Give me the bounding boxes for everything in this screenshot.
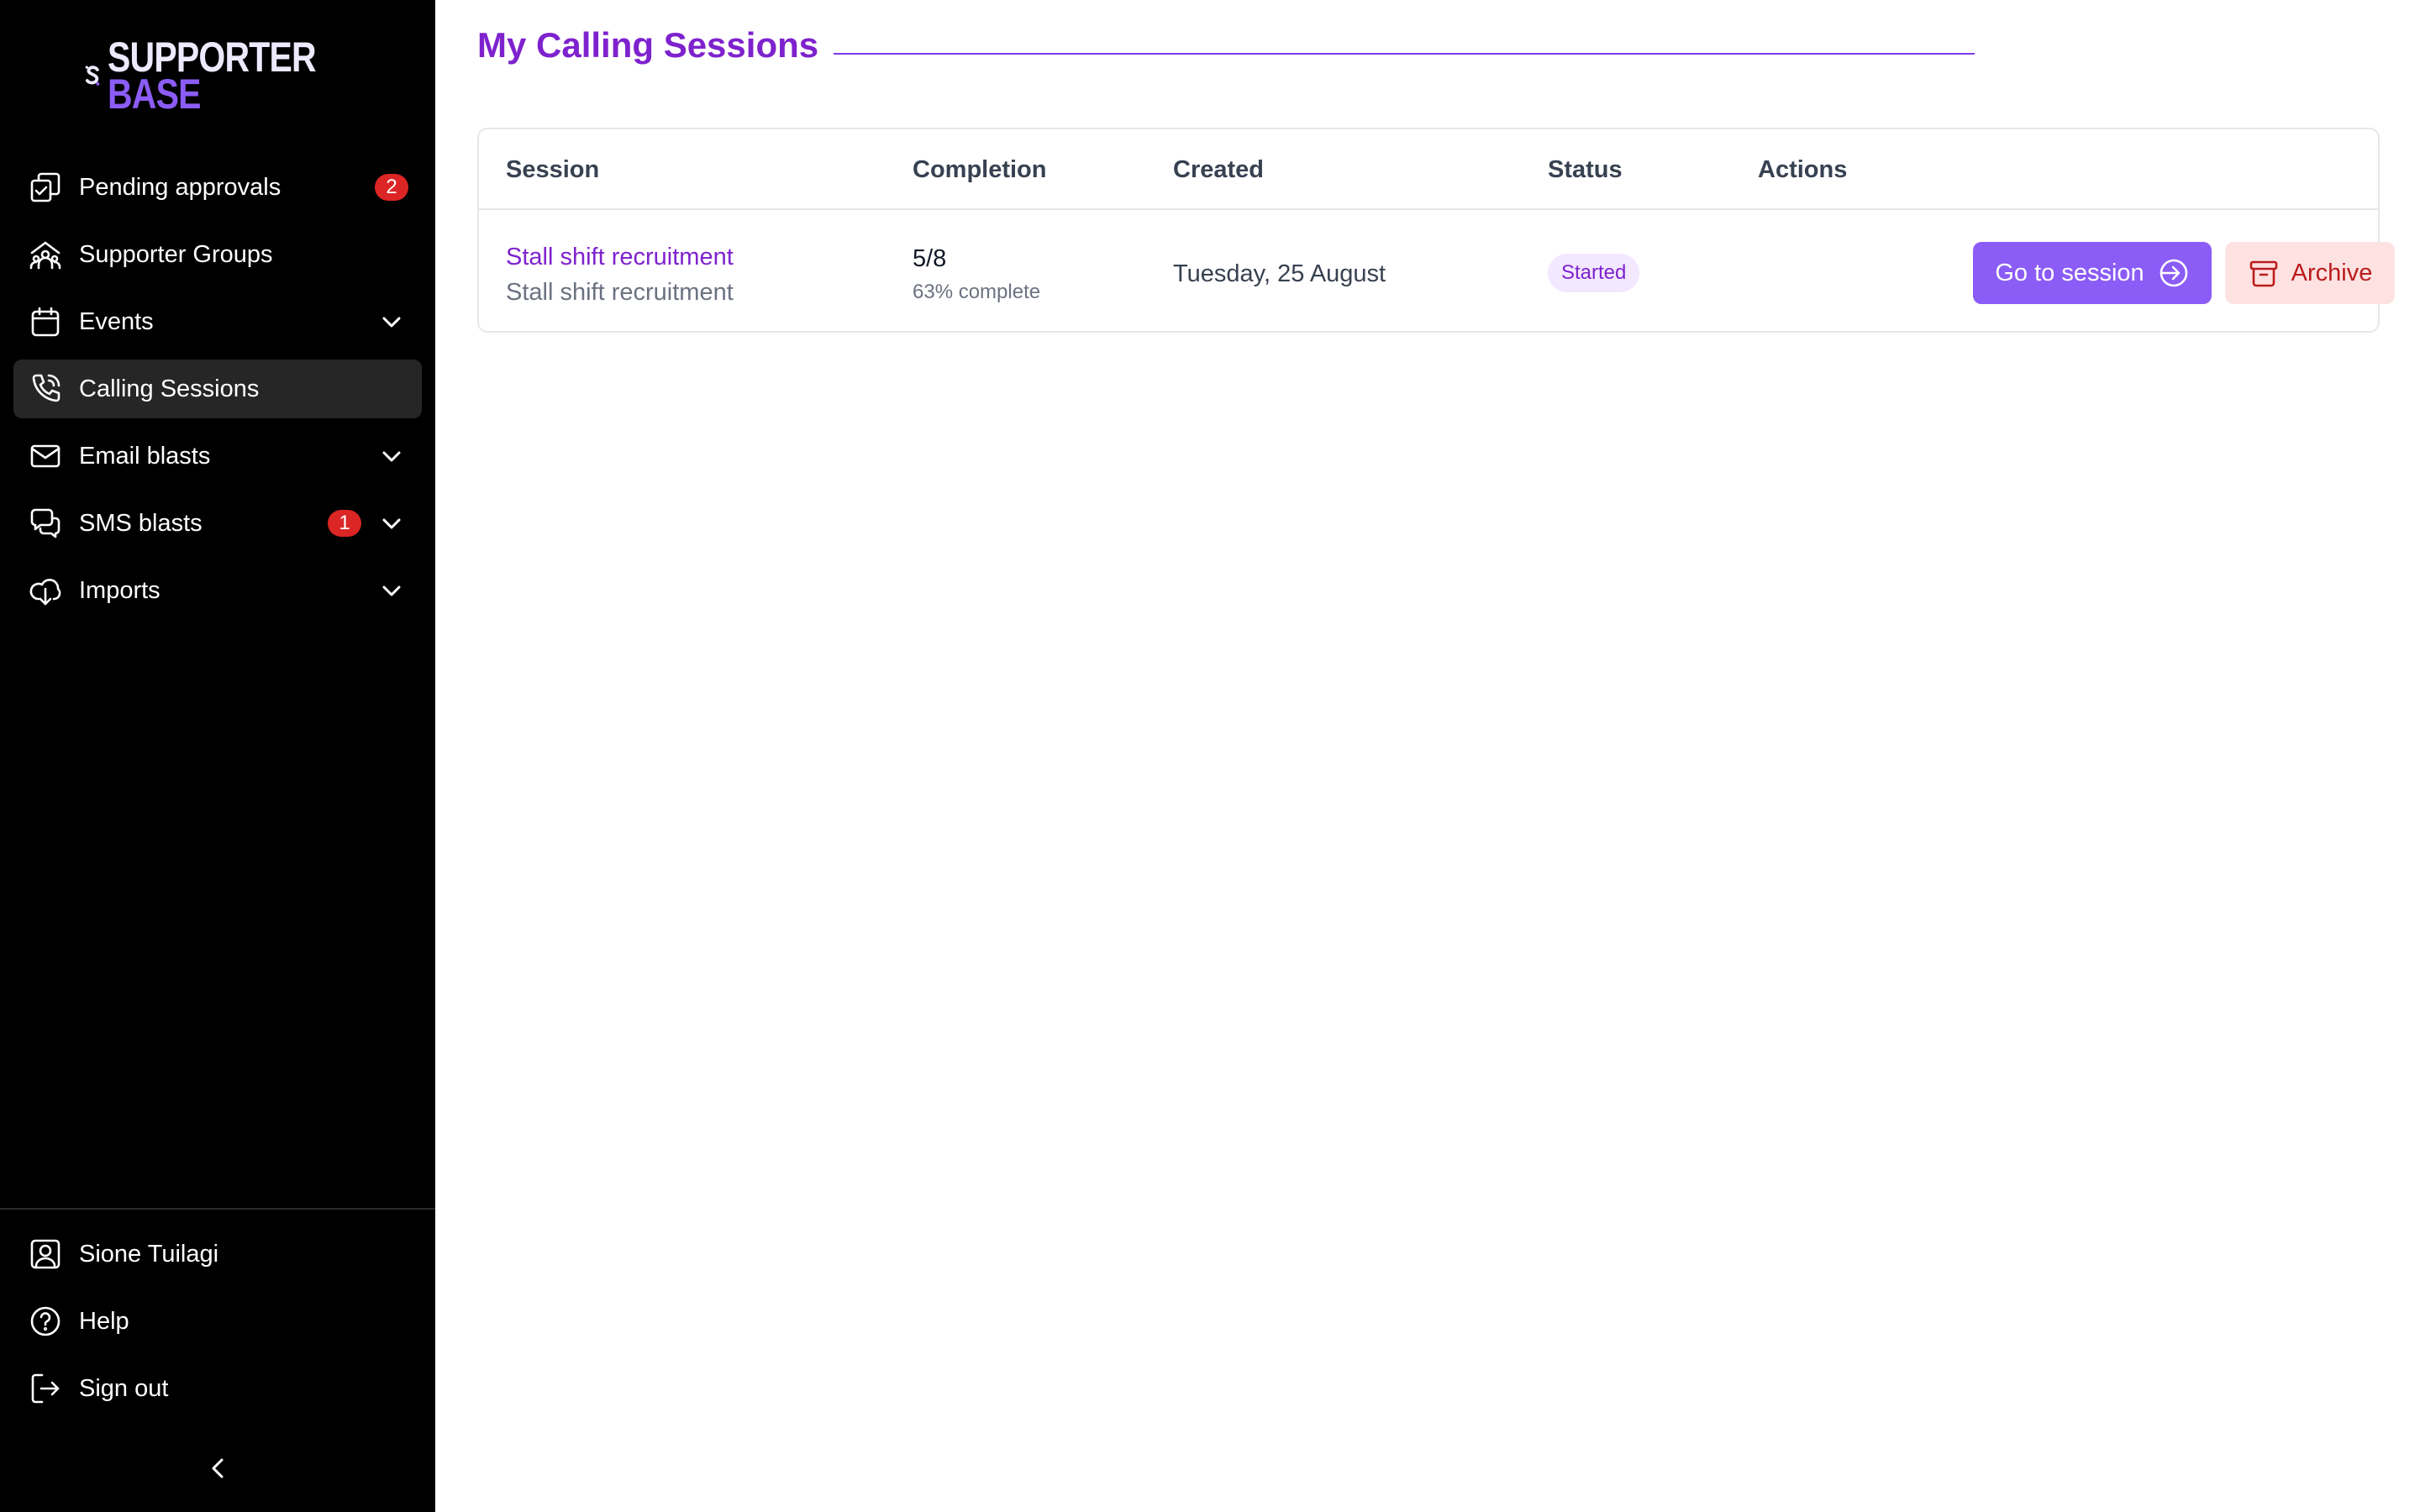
app-root: SUPPORTER BASE Pending approvals 2 Suppo… (0, 0, 2420, 1512)
sidebar: SUPPORTER BASE Pending approvals 2 Suppo… (0, 0, 435, 1512)
archive-button[interactable]: Archive (2225, 242, 2395, 304)
sms-count-badge: 1 (328, 510, 361, 537)
sidebar-nav: Pending approvals 2 Supporter Groups Eve… (13, 158, 422, 628)
header-status: Status (1548, 156, 1623, 183)
groups-icon (29, 238, 62, 271)
completion-percent: 63% complete (913, 281, 1041, 303)
completion-count: 5/8 (913, 245, 947, 272)
collapse-sidebar-button[interactable] (202, 1452, 235, 1485)
logo-s-icon (85, 66, 100, 86)
table-row: Stall shift recruitment Stall shift recr… (479, 210, 2395, 333)
header-actions: Actions (1758, 156, 1848, 183)
page-title: My Calling Sessions (477, 25, 819, 65)
sidebar-item-sign-out[interactable]: Sign out (13, 1359, 422, 1418)
sidebar-item-calling-sessions[interactable]: Calling Sessions (13, 360, 422, 418)
sidebar-item-email-blasts[interactable]: Email blasts (13, 427, 422, 486)
sidebar-item-imports[interactable]: Imports (13, 561, 422, 620)
status-badge: Started (1548, 254, 1640, 292)
sidebar-item-label: Events (79, 307, 154, 335)
created-date: Tuesday, 25 August (1173, 260, 1386, 287)
arrow-right-circle-icon (2156, 256, 2190, 290)
go-to-session-button[interactable]: Go to session (1973, 242, 2212, 304)
sidebar-item-label: Sign out (79, 1374, 169, 1402)
phone-icon (29, 372, 62, 406)
sessions-table: Session Completion Created Status Action… (477, 128, 2395, 333)
chat-icon (29, 507, 62, 540)
sidebar-item-sms-blasts[interactable]: SMS blasts 1 (13, 494, 422, 553)
header-session: Session (506, 156, 600, 183)
mail-icon (29, 439, 62, 473)
sidebar-item-label: Help (79, 1307, 129, 1335)
chevron-down-icon[interactable] (378, 308, 405, 335)
sidebar-item-label: SMS blasts (79, 509, 203, 537)
sidebar-item-label: Supporter Groups (79, 240, 273, 268)
sidebar-divider (0, 1208, 435, 1210)
sidebar-item-label: Email blasts (79, 442, 211, 470)
user-icon (29, 1237, 62, 1271)
chevron-down-icon[interactable] (378, 510, 405, 537)
sidebar-item-help[interactable]: Help (13, 1292, 422, 1351)
brand-word-2: BASE (107, 71, 201, 118)
sidebar-item-events[interactable]: Events (13, 292, 422, 351)
go-to-session-label: Go to session (1995, 259, 2144, 286)
help-icon (29, 1305, 62, 1338)
sidebar-item-pending-approvals[interactable]: Pending approvals 2 (13, 158, 422, 217)
sidebar-item-label: Pending approvals (79, 173, 281, 201)
chevron-down-icon[interactable] (378, 443, 405, 470)
header-completion: Completion (913, 156, 1047, 183)
main-content: My Calling Sessions Session Completion C… (435, 0, 2420, 1512)
archive-label: Archive (2291, 259, 2373, 286)
brand-logo[interactable]: SUPPORTER BASE (84, 34, 361, 118)
session-name-link[interactable]: Stall shift recruitment (506, 244, 734, 271)
header-created: Created (1173, 156, 1264, 183)
sidebar-item-supporter-groups[interactable]: Supporter Groups (13, 225, 422, 284)
user-name: Sione Tuilagi (79, 1240, 219, 1268)
chevron-down-icon[interactable] (378, 577, 405, 604)
chevron-left-icon (212, 1458, 224, 1478)
sidebar-item-label: Calling Sessions (79, 375, 260, 402)
archive-icon (2248, 257, 2280, 289)
cloud-download-icon (29, 574, 62, 607)
calendar-icon (29, 305, 62, 339)
table-header: Session Completion Created Status Action… (479, 129, 2378, 210)
session-description: Stall shift recruitment (506, 279, 734, 306)
title-divider (834, 53, 1975, 55)
sidebar-item-label: Imports (79, 576, 160, 604)
sidebar-bottom-nav: Sione Tuilagi Help Sign out (13, 1225, 422, 1426)
approvals-icon (29, 171, 62, 204)
sign-out-icon (29, 1372, 62, 1405)
pending-count-badge: 2 (375, 174, 408, 201)
sidebar-item-profile[interactable]: Sione Tuilagi (13, 1225, 422, 1284)
